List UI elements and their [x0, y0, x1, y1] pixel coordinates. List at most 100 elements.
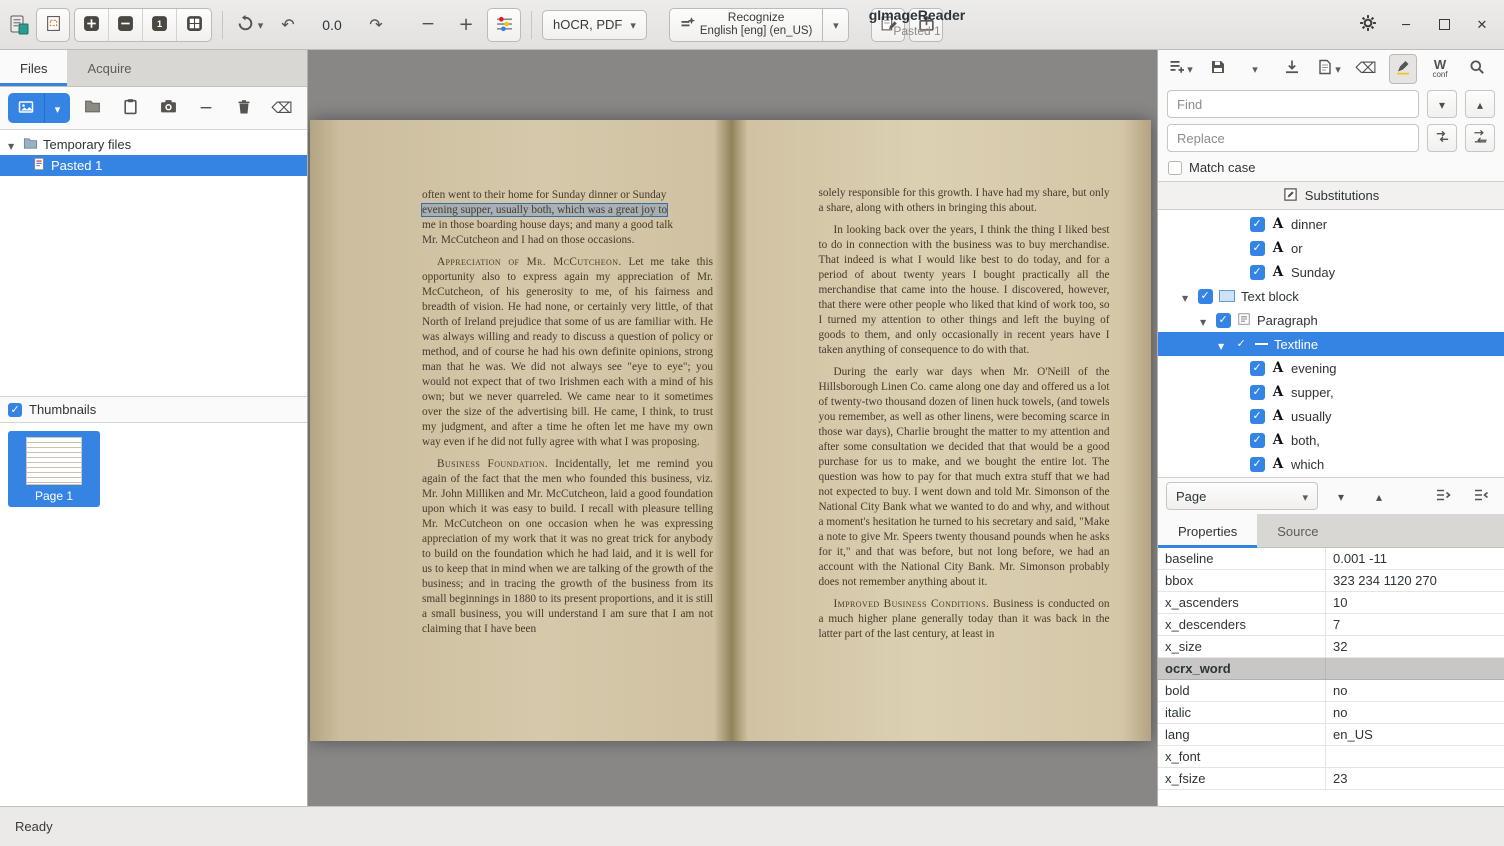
checkbox[interactable] [1216, 313, 1231, 328]
close-button[interactable] [1468, 11, 1496, 39]
replace-input[interactable] [1167, 124, 1419, 152]
expander-icon[interactable] [8, 137, 18, 152]
apply-substitutions-button[interactable] [1278, 54, 1306, 84]
checkbox[interactable] [1250, 457, 1265, 472]
recognize-button[interactable]: Recognize English [eng] (en_US) [669, 8, 824, 42]
thumbnail-page-1[interactable]: Page 1 [8, 431, 100, 507]
checkbox[interactable] [1250, 385, 1265, 400]
tree-item-temporary-files[interactable]: Temporary files [0, 134, 307, 155]
property-row[interactable]: x_fsize23 [1158, 768, 1504, 790]
tab-properties[interactable]: Properties [1158, 514, 1257, 548]
hocr-textblock-row[interactable]: Text block [1158, 284, 1504, 308]
property-row[interactable]: x_size32 [1158, 636, 1504, 658]
hocr-word-row[interactable]: which [1158, 452, 1504, 476]
property-row[interactable]: x_font [1158, 746, 1504, 768]
find-replace-toggle[interactable] [1463, 54, 1491, 84]
checkbox[interactable] [1250, 433, 1265, 448]
add-images-button[interactable] [8, 93, 44, 123]
property-value[interactable]: 0.001 -11 [1326, 548, 1504, 569]
add-images-dropdown[interactable] [44, 93, 70, 123]
property-row[interactable]: x_ascenders10 [1158, 592, 1504, 614]
open-hocr-button[interactable] [1167, 54, 1195, 84]
collapse-all-button[interactable] [1466, 482, 1496, 510]
maximize-button[interactable] [1430, 11, 1458, 39]
selected-textline-highlight[interactable]: evening supper, usually both, which was … [422, 204, 667, 216]
checkbox[interactable] [1250, 265, 1265, 280]
property-value[interactable]: en_US [1326, 724, 1504, 745]
hocr-textline-row-selected[interactable]: Textline [1158, 332, 1504, 356]
paste-button[interactable] [114, 93, 146, 123]
settings-button[interactable] [1354, 11, 1382, 39]
property-row[interactable]: italicno [1158, 702, 1504, 724]
checkbox[interactable] [1250, 409, 1265, 424]
expander-icon[interactable] [1218, 337, 1228, 352]
tab-files[interactable]: Files [0, 50, 67, 86]
property-row[interactable]: langen_US [1158, 724, 1504, 746]
hocr-word-row[interactable]: evening [1158, 356, 1504, 380]
output-editor-toggle[interactable] [871, 8, 905, 42]
substitutions-button[interactable]: Substitutions [1158, 181, 1504, 210]
ocr-mode-select[interactable]: hOCR, PDF [542, 10, 647, 40]
find-input[interactable] [1167, 90, 1419, 118]
expander-icon[interactable] [1182, 289, 1192, 304]
property-row[interactable]: x_descenders7 [1158, 614, 1504, 636]
tab-acquire[interactable]: Acquire [67, 50, 151, 86]
clear-sources-button[interactable] [266, 93, 298, 123]
rotate-mode-dropdown[interactable] [233, 8, 267, 42]
page-select[interactable]: Page [1166, 482, 1318, 510]
thumbnails-checkbox[interactable] [8, 403, 22, 417]
zoom-original-button[interactable]: 1 [143, 9, 177, 41]
increase-button[interactable] [449, 8, 483, 42]
property-value[interactable]: 23 [1326, 768, 1504, 789]
replace-all-button[interactable] [1465, 124, 1495, 152]
hocr-word-row[interactable]: or [1158, 236, 1504, 260]
zoom-in-button[interactable] [75, 9, 109, 41]
hocr-word-row[interactable]: supper, [1158, 380, 1504, 404]
property-row[interactable]: baseline0.001 -11 [1158, 548, 1504, 570]
property-value[interactable]: no [1326, 680, 1504, 701]
image-controls-button[interactable] [487, 8, 521, 42]
rotate-right-button[interactable] [359, 8, 393, 42]
property-value[interactable]: 32 [1326, 636, 1504, 657]
checkbox[interactable] [1250, 217, 1265, 232]
checkbox[interactable] [1234, 337, 1249, 352]
recognize-language-dropdown[interactable] [823, 8, 849, 42]
rotation-input[interactable] [309, 12, 355, 38]
find-next-button[interactable] [1427, 90, 1457, 118]
property-value[interactable]: 10 [1326, 592, 1504, 613]
expander-icon[interactable] [1200, 313, 1210, 328]
next-page-button[interactable] [1326, 482, 1356, 510]
property-value[interactable]: no [1326, 702, 1504, 723]
document-canvas[interactable]: often went to their home for Sunday dinn… [308, 50, 1157, 806]
export-document-button[interactable] [1315, 54, 1343, 84]
clear-output-button[interactable] [1352, 54, 1380, 84]
prev-page-button[interactable] [1364, 482, 1394, 510]
decrease-button[interactable] [411, 8, 445, 42]
delete-source-button[interactable] [228, 93, 260, 123]
screenshot-button[interactable] [152, 93, 184, 123]
hocr-word-row[interactable]: usually [1158, 404, 1504, 428]
save-hocr-button[interactable] [1204, 54, 1232, 84]
hocr-word-row[interactable]: both, [1158, 428, 1504, 452]
property-value[interactable]: 323 234 1120 270 [1326, 570, 1504, 591]
property-value[interactable] [1326, 746, 1504, 767]
rotate-left-button[interactable] [271, 8, 305, 42]
open-folder-button[interactable] [76, 93, 108, 123]
zoom-out-button[interactable] [109, 9, 143, 41]
hocr-word-row[interactable]: Sunday [1158, 260, 1504, 284]
replace-button[interactable] [1427, 124, 1457, 152]
checkbox[interactable] [1250, 241, 1265, 256]
tab-source[interactable]: Source [1257, 514, 1338, 548]
hocr-word-row[interactable]: dinner [1158, 212, 1504, 236]
minimize-button[interactable] [1392, 11, 1420, 39]
hocr-paragraph-row[interactable]: Paragraph [1158, 308, 1504, 332]
confidence-toggle[interactable]: W conf [1426, 54, 1454, 84]
expand-all-button[interactable] [1428, 482, 1458, 510]
select-tool-button[interactable] [36, 8, 70, 42]
remove-source-button[interactable] [190, 93, 222, 123]
match-case-checkbox[interactable] [1168, 161, 1182, 175]
zoom-fit-button[interactable] [177, 9, 211, 41]
open-output-button[interactable] [909, 8, 943, 42]
save-dropdown-button[interactable] [1241, 54, 1269, 84]
find-prev-button[interactable] [1465, 90, 1495, 118]
